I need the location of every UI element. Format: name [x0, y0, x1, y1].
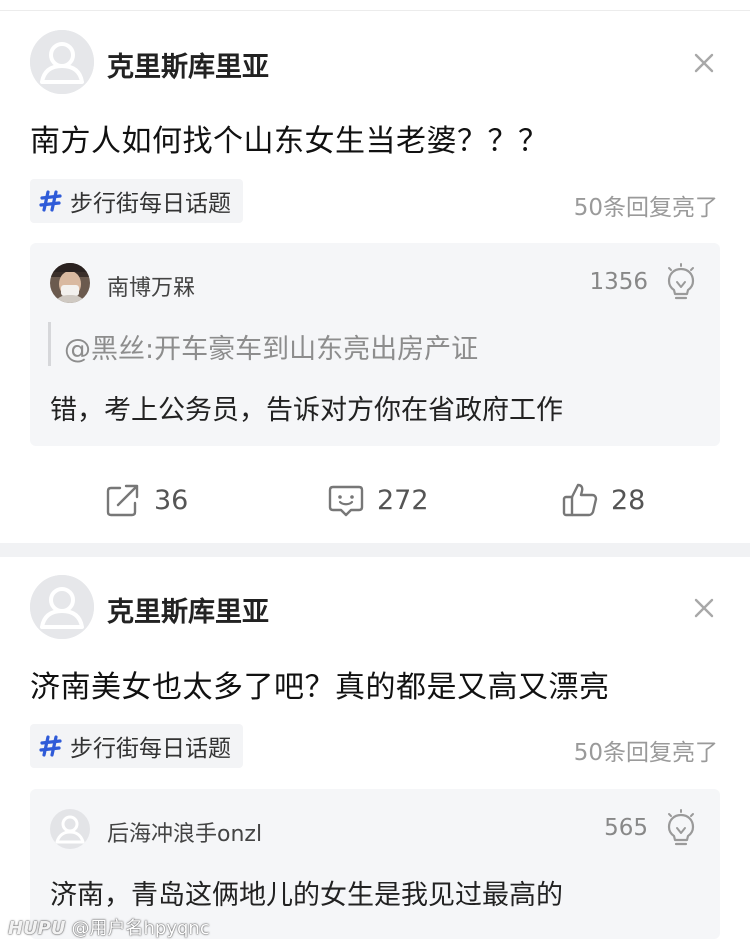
author-name[interactable]: 克里斯库里亚: [107, 45, 269, 84]
lightbulb-icon[interactable]: [664, 263, 698, 301]
close-button[interactable]: [690, 594, 718, 622]
post-title[interactable]: 济南美女也太多了吧？真的都是又高又漂亮: [30, 662, 610, 706]
watermark: HUPU @用户名hpyqnc: [8, 914, 210, 940]
light-count: 1356: [589, 269, 648, 295]
close-button[interactable]: [690, 49, 718, 77]
comment-icon: [328, 485, 364, 517]
share-count: 36: [154, 484, 189, 516]
reply-status: 50条回复亮了: [573, 740, 718, 766]
reply-username[interactable]: 后海冲浪手onzl: [107, 816, 262, 848]
post-card[interactable]: 克里斯库里亚 南方人如何找个山东女生当老婆？？？ 步行街每日话题 50条回复亮了…: [0, 11, 750, 543]
top-divider: [0, 0, 750, 11]
topic-tag[interactable]: 步行街每日话题: [30, 724, 243, 768]
reply-user-avatar[interactable]: [50, 809, 90, 849]
quote-bar: [48, 322, 51, 366]
author-avatar[interactable]: [30, 575, 94, 639]
author-name[interactable]: 克里斯库里亚: [107, 590, 269, 629]
post-separator: [0, 543, 750, 557]
share-button[interactable]: 36: [104, 476, 188, 524]
topic-label: 步行街每日话题: [70, 191, 231, 217]
reply-text[interactable]: 错，考上公务员，告诉对方你在省政府工作: [50, 388, 563, 427]
author-avatar[interactable]: [30, 30, 94, 94]
default-avatar-icon: [30, 575, 94, 639]
share-icon: [106, 484, 139, 517]
post-card[interactable]: 克里斯库里亚 济南美女也太多了吧？真的都是又高又漂亮 步行街每日话题 50条回复…: [0, 557, 750, 944]
quoted-text: @黑丝:开车豪车到山东亮出房产证: [64, 334, 479, 365]
close-icon: [694, 53, 714, 73]
like-icon: [562, 483, 598, 517]
light-count: 565: [604, 815, 648, 841]
comment-button[interactable]: 272: [327, 476, 429, 524]
close-icon: [694, 598, 714, 618]
reply-user-avatar[interactable]: [50, 263, 90, 303]
default-avatar-icon: [50, 809, 90, 849]
comment-count: 272: [377, 484, 429, 516]
reply-text[interactable]: 济南，青岛这俩地儿的女生是我见过最高的: [50, 873, 563, 912]
watermark-username: @用户名hpyqnc: [71, 918, 210, 939]
like-count: 28: [611, 484, 646, 516]
highlight-reply[interactable]: 南博万槑 1356 @黑丝:开车豪车到山东亮出房产证 错，考上公务员，告诉对方你…: [30, 243, 720, 446]
topic-tag[interactable]: 步行街每日话题: [30, 179, 243, 223]
topic-label: 步行街每日话题: [70, 736, 231, 762]
watermark-brand: HUPU: [8, 918, 66, 939]
topic-hash-icon: [38, 733, 64, 759]
topic-hash-icon: [38, 188, 64, 214]
post-title[interactable]: 南方人如何找个山东女生当老婆？？？: [30, 116, 549, 160]
default-avatar-icon: [30, 30, 94, 94]
like-button[interactable]: 28: [561, 476, 645, 524]
reply-status: 50条回复亮了: [573, 195, 718, 221]
lightbulb-icon[interactable]: [664, 809, 698, 847]
reply-username[interactable]: 南博万槑: [107, 270, 195, 302]
